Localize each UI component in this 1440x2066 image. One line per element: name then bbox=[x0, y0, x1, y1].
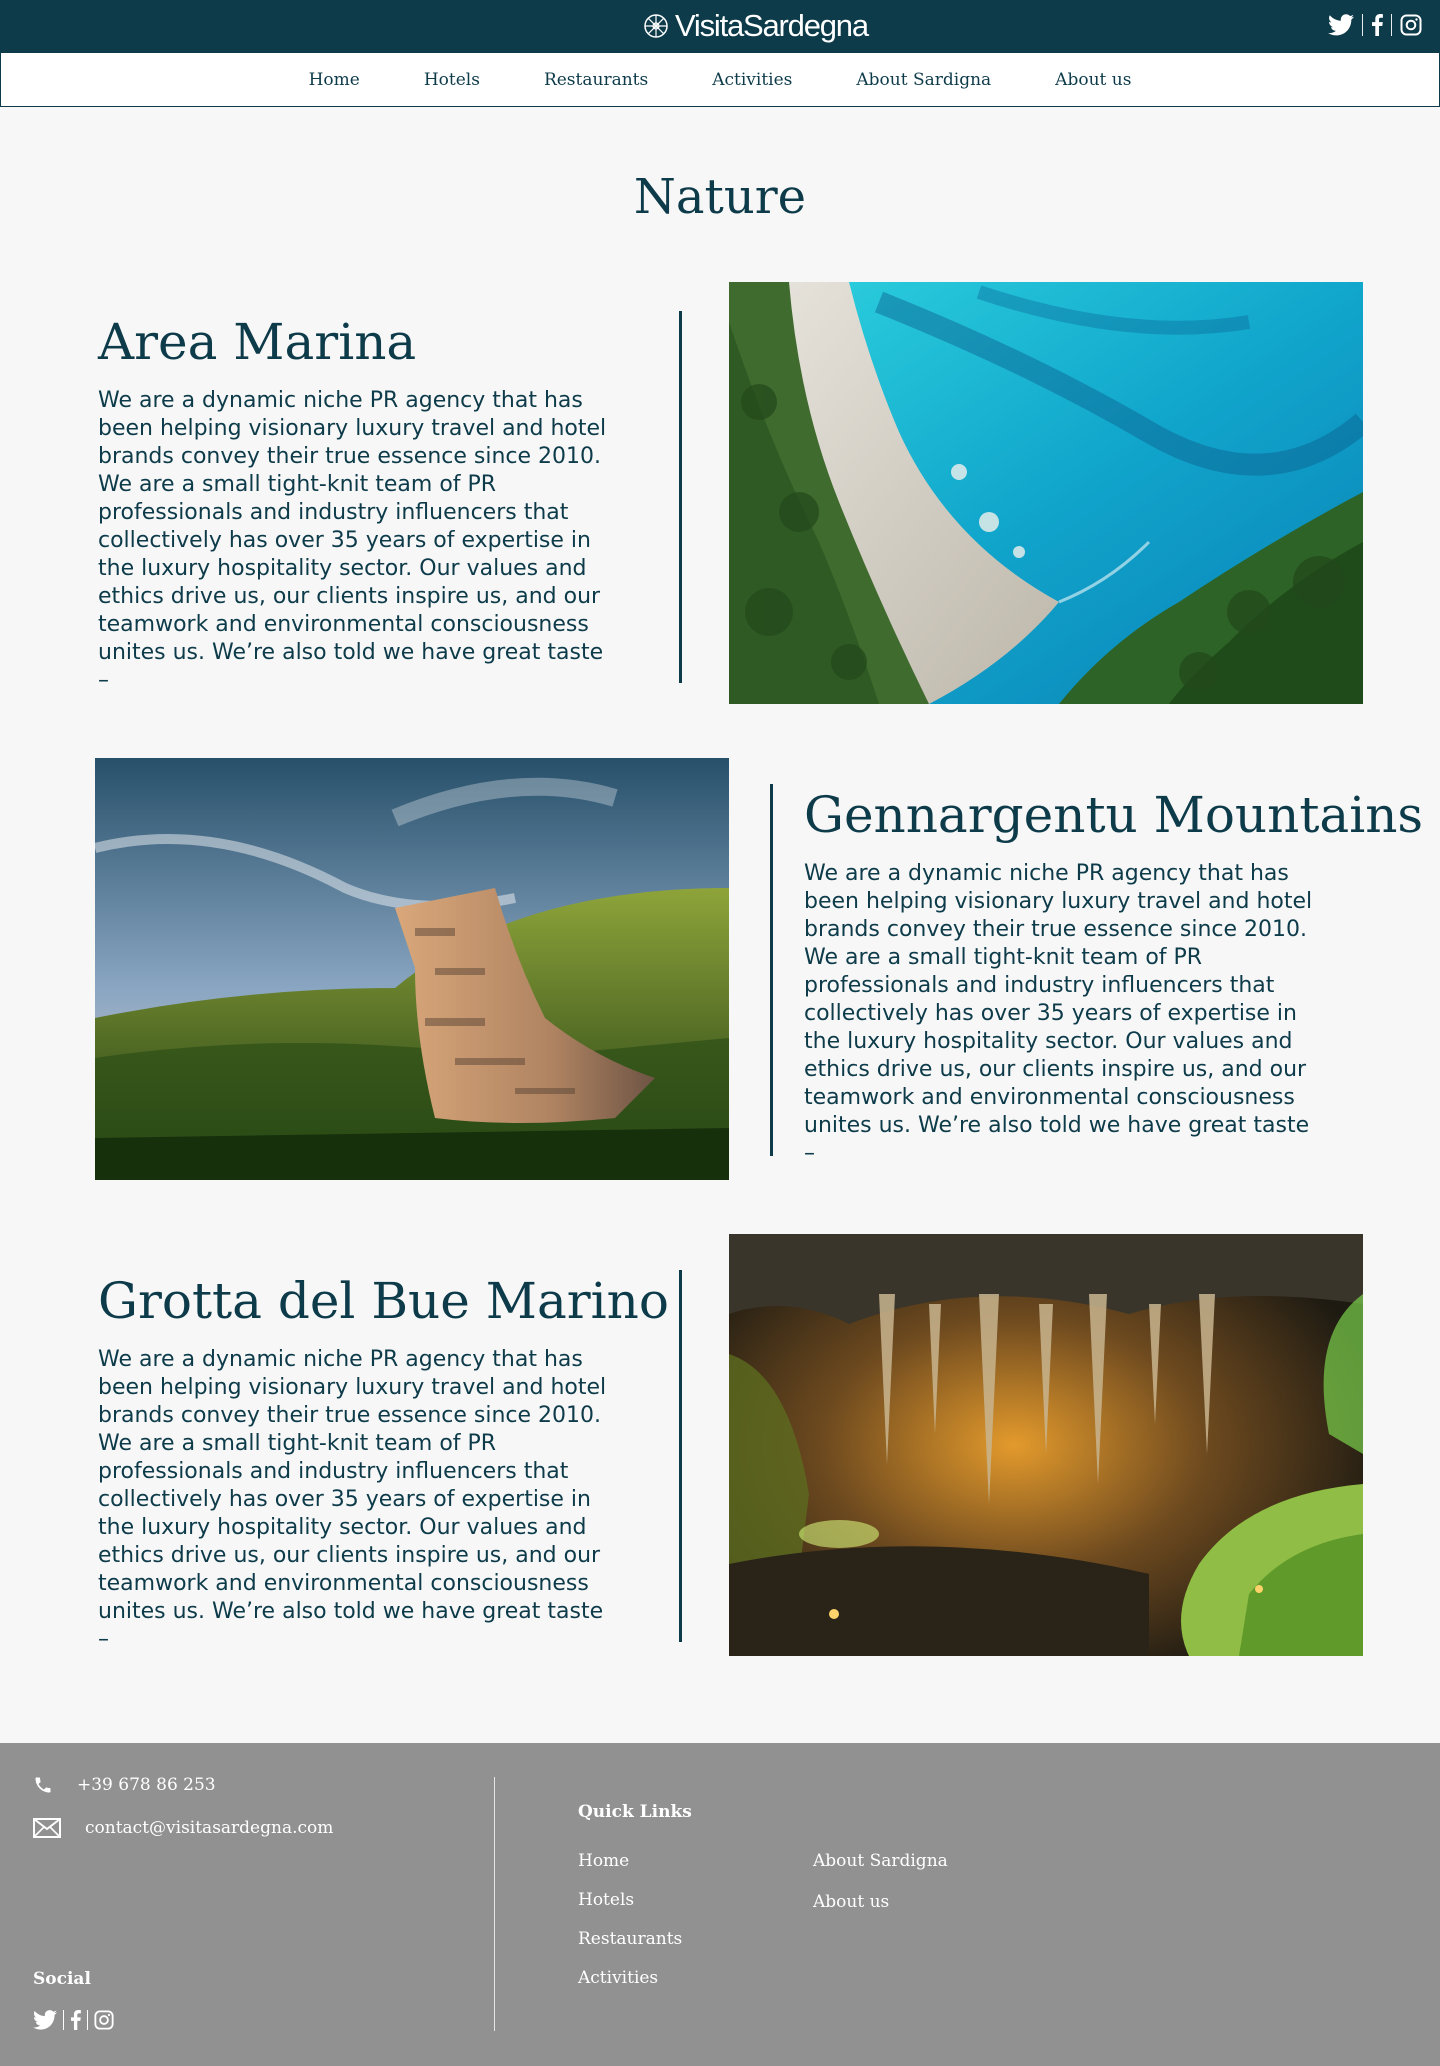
nature-section-grotta: Grotta del Bue Marino We are a dynamic n… bbox=[0, 1234, 1440, 1656]
nav-about-sardigna[interactable]: About Sardigna bbox=[856, 70, 991, 90]
nav-restaurants[interactable]: Restaurants bbox=[544, 70, 648, 90]
section-body: We are a dynamic niche PR agency that ha… bbox=[98, 1347, 607, 1652]
section-body: We are a dynamic niche PR agency that ha… bbox=[804, 861, 1313, 1166]
stone-ruin-mountain-photo bbox=[95, 758, 729, 1180]
header-social-links bbox=[1328, 14, 1422, 36]
section-body: We are a dynamic niche PR agency that ha… bbox=[98, 388, 607, 693]
separator bbox=[1391, 14, 1392, 36]
mail-icon bbox=[33, 1818, 61, 1838]
twitter-icon[interactable] bbox=[33, 2010, 57, 2030]
nav-hotels[interactable]: Hotels bbox=[424, 70, 480, 90]
facebook-icon[interactable] bbox=[1371, 14, 1383, 36]
footer: +39 678 86 253 contact@visitasardegna.co… bbox=[0, 1743, 1440, 2066]
section-divider bbox=[679, 311, 682, 683]
logo-wheel-icon bbox=[644, 14, 668, 38]
cave-stalactites-photo bbox=[729, 1234, 1363, 1656]
instagram-icon[interactable] bbox=[1400, 14, 1422, 36]
section-divider bbox=[770, 784, 773, 1156]
separator bbox=[87, 2010, 88, 2030]
instagram-icon[interactable] bbox=[94, 2010, 114, 2030]
footer-social-links bbox=[33, 2010, 114, 2030]
twitter-icon[interactable] bbox=[1328, 14, 1354, 36]
separator bbox=[63, 2010, 64, 2030]
nature-section-area-marina: Area Marina We are a dynamic niche PR ag… bbox=[0, 282, 1440, 704]
footer-phone: +39 678 86 253 bbox=[33, 1775, 216, 1795]
email-address[interactable]: contact@visitasardegna.com bbox=[85, 1818, 333, 1838]
section-text: Area Marina We are a dynamic niche PR ag… bbox=[98, 312, 638, 695]
footer-link-hotels[interactable]: Hotels bbox=[578, 1890, 634, 1910]
section-text: Gennargentu Mountains We are a dynamic n… bbox=[804, 785, 1424, 1168]
social-title: Social bbox=[33, 1969, 91, 1989]
brand-logo[interactable]: VisitaSardegna bbox=[643, 8, 869, 44]
footer-link-home[interactable]: Home bbox=[578, 1851, 629, 1871]
footer-link-activities[interactable]: Activities bbox=[578, 1968, 658, 1988]
section-divider bbox=[679, 1270, 682, 1642]
nav-home[interactable]: Home bbox=[309, 70, 360, 90]
facebook-icon[interactable] bbox=[70, 2010, 81, 2030]
coastline-aerial-photo bbox=[729, 282, 1363, 704]
footer-link-restaurants[interactable]: Restaurants bbox=[578, 1929, 682, 1949]
section-title: Area Marina bbox=[98, 313, 417, 371]
nav-about-us[interactable]: About us bbox=[1055, 70, 1131, 90]
main-nav: Home Hotels Restaurants Activities About… bbox=[0, 53, 1440, 107]
section-text: Grotta del Bue Marino We are a dynamic n… bbox=[98, 1271, 669, 1654]
footer-email: contact@visitasardegna.com bbox=[33, 1818, 333, 1838]
page-title: Nature bbox=[633, 169, 807, 225]
separator bbox=[1362, 14, 1363, 36]
quick-links-title: Quick Links bbox=[578, 1802, 692, 1822]
nav-activities[interactable]: Activities bbox=[712, 70, 792, 90]
phone-icon bbox=[35, 1777, 51, 1793]
phone-number[interactable]: +39 678 86 253 bbox=[77, 1775, 216, 1795]
section-title: Gennargentu Mountains bbox=[804, 786, 1424, 844]
footer-link-about-sardigna[interactable]: About Sardigna bbox=[813, 1851, 948, 1871]
top-bar: VisitaSardegna bbox=[0, 0, 1440, 53]
section-title: Grotta del Bue Marino bbox=[98, 1272, 669, 1330]
footer-divider bbox=[494, 1777, 495, 2031]
footer-link-about-us[interactable]: About us bbox=[813, 1892, 889, 1912]
nature-section-gennargentu: Gennargentu Mountains We are a dynamic n… bbox=[0, 758, 1440, 1180]
brand-name: VisitaSardegna bbox=[675, 8, 869, 43]
